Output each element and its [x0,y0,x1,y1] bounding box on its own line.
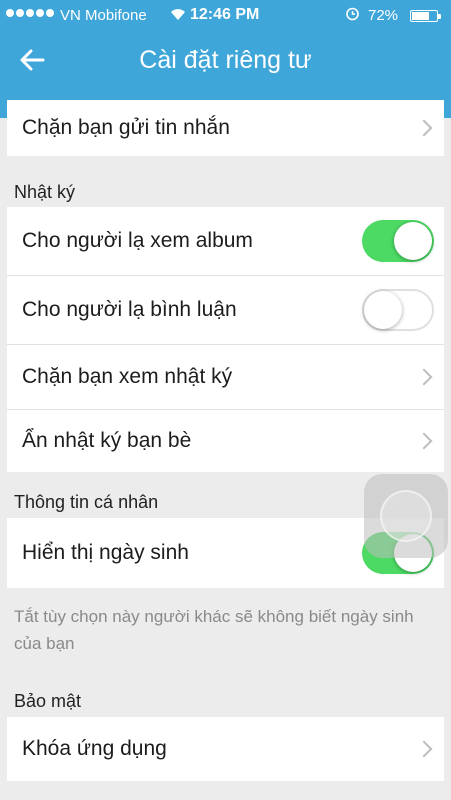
status-time: 12:46 PM [190,6,260,23]
row-label: Khóa ứng dụng [22,737,167,760]
row-label: Cho người lạ bình luận [22,298,237,321]
row-label: Cho người lạ xem album [22,229,253,252]
row-block-view-diary[interactable]: Chặn bạn xem nhật ký [7,345,444,410]
toggle-stranger-comment[interactable] [362,289,434,331]
toggle-stranger-view-album[interactable] [362,220,434,262]
alarm-icon [345,6,360,24]
row-label: Ẩn nhật ký bạn bè [22,429,192,452]
battery-percent: 72% [368,7,399,24]
top-group: Chặn bạn gửi tin nhắn [7,100,444,156]
row-app-lock[interactable]: Khóa ứng dụng [7,717,444,781]
toggle-knob [364,291,402,329]
row-label: Chặn bạn gửi tin nhắn [22,116,230,139]
section-title-diary: Nhật ký [14,182,76,202]
section-title-personal: Thông tin cá nhân [14,492,159,512]
diary-group: Cho người lạ xem album Cho người lạ bình… [7,207,444,472]
row-label: Chặn bạn xem nhật ký [22,365,233,388]
section-title-security: Bảo mật [14,691,82,711]
toggle-knob [394,222,432,260]
row-stranger-view-album[interactable]: Cho người lạ xem album [7,207,444,276]
birthday-note: Tắt tùy chọn này người khác sẽ không biế… [14,607,414,653]
wifi-icon [170,7,186,24]
assistive-touch-icon [380,490,432,542]
chevron-right-icon [415,119,433,137]
row-block-messages[interactable]: Chặn bạn gửi tin nhắn [7,100,444,156]
row-label: Hiển thị ngày sinh [22,541,189,564]
status-bar: VN Mobifone 12:46 PM 72% [0,0,451,30]
header: Cài đặt riêng tư [0,30,451,90]
chevron-right-icon [415,368,433,386]
row-stranger-comment[interactable]: Cho người lạ bình luận [7,276,444,345]
carrier-name: VN Mobifone [60,7,147,24]
row-hide-friend-diary[interactable]: Ẩn nhật ký bạn bè [7,410,444,472]
chevron-right-icon [415,740,433,758]
battery-icon [410,10,441,22]
page-title: Cài đặt riêng tư [139,46,312,74]
assistive-touch-button[interactable] [364,474,448,558]
security-group: Khóa ứng dụng [7,717,444,781]
chevron-right-icon [415,432,433,450]
signal-dots-icon [6,9,54,17]
